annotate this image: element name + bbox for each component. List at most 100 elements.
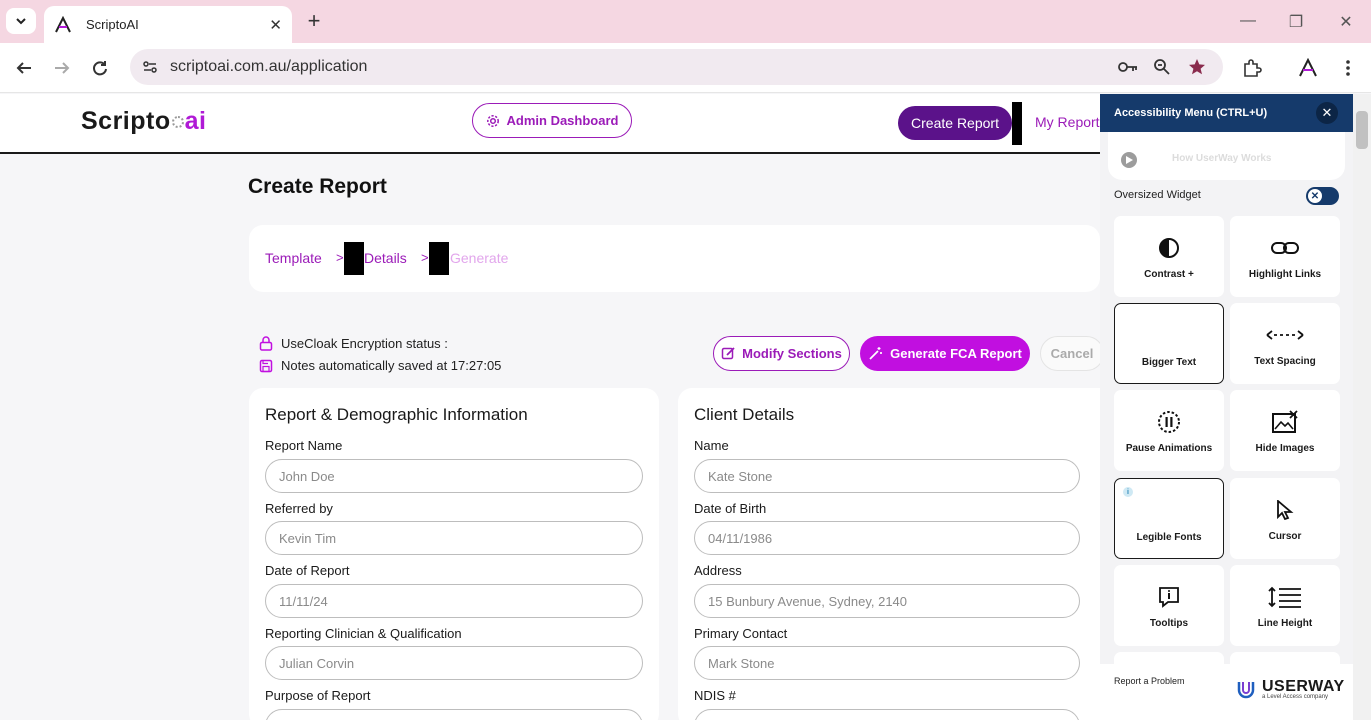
tile-tooltips[interactable]: Tooltips <box>1114 565 1224 646</box>
chevron-down-icon <box>16 18 26 25</box>
restore-icon[interactable]: ❐ <box>1286 12 1306 32</box>
tile-label: Legible Fonts <box>1136 532 1202 543</box>
dob-input[interactable]: 04/11/1986 <box>694 521 1080 555</box>
tile-text-spacing[interactable]: Text Spacing <box>1230 303 1340 384</box>
browser-tab[interactable]: ScriptoAI ✕ <box>44 6 292 43</box>
create-report-button[interactable]: Create Report <box>898 106 1012 140</box>
scrollbar-thumb[interactable] <box>1356 111 1368 149</box>
userway-logo[interactable]: USERWAY a Level Access company <box>1236 678 1345 700</box>
userway-u-icon <box>1237 682 1255 699</box>
ndis-input[interactable] <box>694 709 1080 720</box>
oversized-widget-toggle[interactable]: ✕ <box>1306 187 1339 205</box>
gear-icon <box>486 114 499 127</box>
tile-bigger-text[interactable]: Bigger Text <box>1114 303 1224 384</box>
zoom-icon[interactable] <box>1152 57 1172 77</box>
step-separator: > <box>421 250 429 265</box>
text-spacing-icon <box>1230 323 1340 347</box>
clinician-input[interactable]: Julian Corvin <box>265 646 643 680</box>
url-text: scriptoai.com.au/application <box>170 58 368 75</box>
text-size-icon <box>1115 324 1223 348</box>
tile-label: Tooltips <box>1149 618 1189 629</box>
forward-button[interactable] <box>49 55 75 81</box>
accessibility-close-icon[interactable]: ✕ <box>1316 102 1338 124</box>
bookmark-star-icon[interactable] <box>1187 57 1207 77</box>
date-of-report-input[interactable]: 11/11/24 <box>265 584 643 618</box>
how-userway-works[interactable]: How UserWay Works <box>1108 132 1345 180</box>
tile-cursor[interactable]: Cursor <box>1230 478 1340 559</box>
tile-label: Hide Images <box>1255 443 1315 454</box>
accessibility-panel: Accessibility Menu (CTRL+U) ✕ How UserWa… <box>1100 94 1353 720</box>
tile-pause-animations[interactable]: Pause Animations <box>1114 390 1224 471</box>
admin-dashboard-button[interactable]: Admin Dashboard <box>472 103 632 138</box>
step-details[interactable]: Details <box>364 250 407 266</box>
browser-menu-icon[interactable] <box>1337 57 1359 79</box>
tab-search-button[interactable] <box>6 8 36 34</box>
modify-sections-button[interactable]: Modify Sections <box>713 336 850 371</box>
link-icon <box>1230 236 1340 260</box>
field-label-date-of-report: Date of Report <box>265 563 350 578</box>
primary-contact-input[interactable]: Mark Stone <box>694 646 1080 680</box>
tile-label: Line Height <box>1257 618 1313 629</box>
field-label-primary-contact: Primary Contact <box>694 626 788 641</box>
contrast-icon <box>1114 236 1224 260</box>
tile-line-height[interactable]: Line Height <box>1230 565 1340 646</box>
field-label-address: Address <box>694 563 742 578</box>
extensions-icon[interactable] <box>1241 57 1263 79</box>
line-height-icon <box>1230 585 1340 609</box>
tile-label: Cursor <box>1268 531 1302 542</box>
tile-highlight-links[interactable]: Highlight Links <box>1230 216 1340 297</box>
magic-wand-icon <box>869 347 883 360</box>
client-details-card: Client Details Name Kate Stone Date of B… <box>678 388 1100 720</box>
report-problem-link[interactable]: Report a Problem <box>1114 676 1185 686</box>
redaction-bar <box>1012 102 1022 145</box>
create-report-label: Create Report <box>911 115 999 131</box>
profile-avatar-icon[interactable] <box>1297 57 1319 79</box>
step-separator: > <box>336 250 344 265</box>
page-scrollbar[interactable] <box>1353 94 1371 720</box>
play-icon <box>1121 152 1137 168</box>
accessibility-title: Accessibility Menu (CTRL+U) <box>1114 107 1268 119</box>
reload-button[interactable] <box>87 55 113 81</box>
generate-fca-report-button[interactable]: Generate FCA Report <box>860 336 1030 371</box>
field-label-referred-by: Referred by <box>265 501 333 516</box>
site-info-icon[interactable] <box>142 59 158 75</box>
progress-stepper: Template > Details > Generate <box>249 225 1100 292</box>
cancel-button[interactable]: Cancel <box>1040 336 1104 371</box>
my-report-link[interactable]: My Report <box>1035 114 1100 130</box>
tile-hide-images[interactable]: Hide Images <box>1230 390 1340 471</box>
hide-image-icon <box>1230 410 1340 434</box>
logo-spark-icon <box>171 116 184 129</box>
scriptoai-logo[interactable]: Scripto ai <box>81 107 206 136</box>
font-icon <box>1115 499 1223 523</box>
edit-icon <box>721 347 735 360</box>
back-button[interactable] <box>11 55 37 81</box>
step-template[interactable]: Template <box>265 250 322 266</box>
password-key-icon[interactable] <box>1118 57 1138 77</box>
redaction-bar <box>344 242 364 275</box>
tile-partial[interactable] <box>1230 652 1340 664</box>
purpose-input[interactable] <box>265 709 643 720</box>
how-it-works-text: How UserWay Works <box>1172 153 1272 164</box>
window-close-icon[interactable]: ✕ <box>1336 12 1356 32</box>
tile-label: Pause Animations <box>1125 443 1213 454</box>
tile-label: Bigger Text <box>1141 357 1197 368</box>
referred-by-input[interactable]: Kevin Tim <box>265 521 643 555</box>
tile-partial[interactable] <box>1114 652 1224 664</box>
report-name-input[interactable]: John Doe <box>265 459 643 493</box>
field-label-clinician: Reporting Clinician & Qualification <box>265 626 462 641</box>
tile-label: Contrast + <box>1144 269 1194 280</box>
tile-legible-fonts[interactable]: i Legible Fonts <box>1114 478 1224 559</box>
client-name-input[interactable]: Kate Stone <box>694 459 1080 493</box>
minimize-icon[interactable]: — <box>1238 12 1258 30</box>
redaction-bar <box>429 242 449 275</box>
address-input[interactable]: 15 Bunbury Avenue, Sydney, 2140 <box>694 584 1080 618</box>
new-tab-button[interactable]: + <box>303 10 325 32</box>
info-icon: i <box>1123 487 1133 497</box>
field-label-dob: Date of Birth <box>694 501 767 516</box>
toggle-off-icon: ✕ <box>1308 189 1322 203</box>
address-bar[interactable]: scriptoai.com.au/application <box>130 49 1223 85</box>
tile-contrast[interactable]: Contrast + <box>1114 216 1224 297</box>
tab-close-icon[interactable]: ✕ <box>269 16 282 34</box>
browser-toolbar: scriptoai.com.au/application <box>0 43 1371 93</box>
tile-label: Text Spacing <box>1254 356 1316 367</box>
